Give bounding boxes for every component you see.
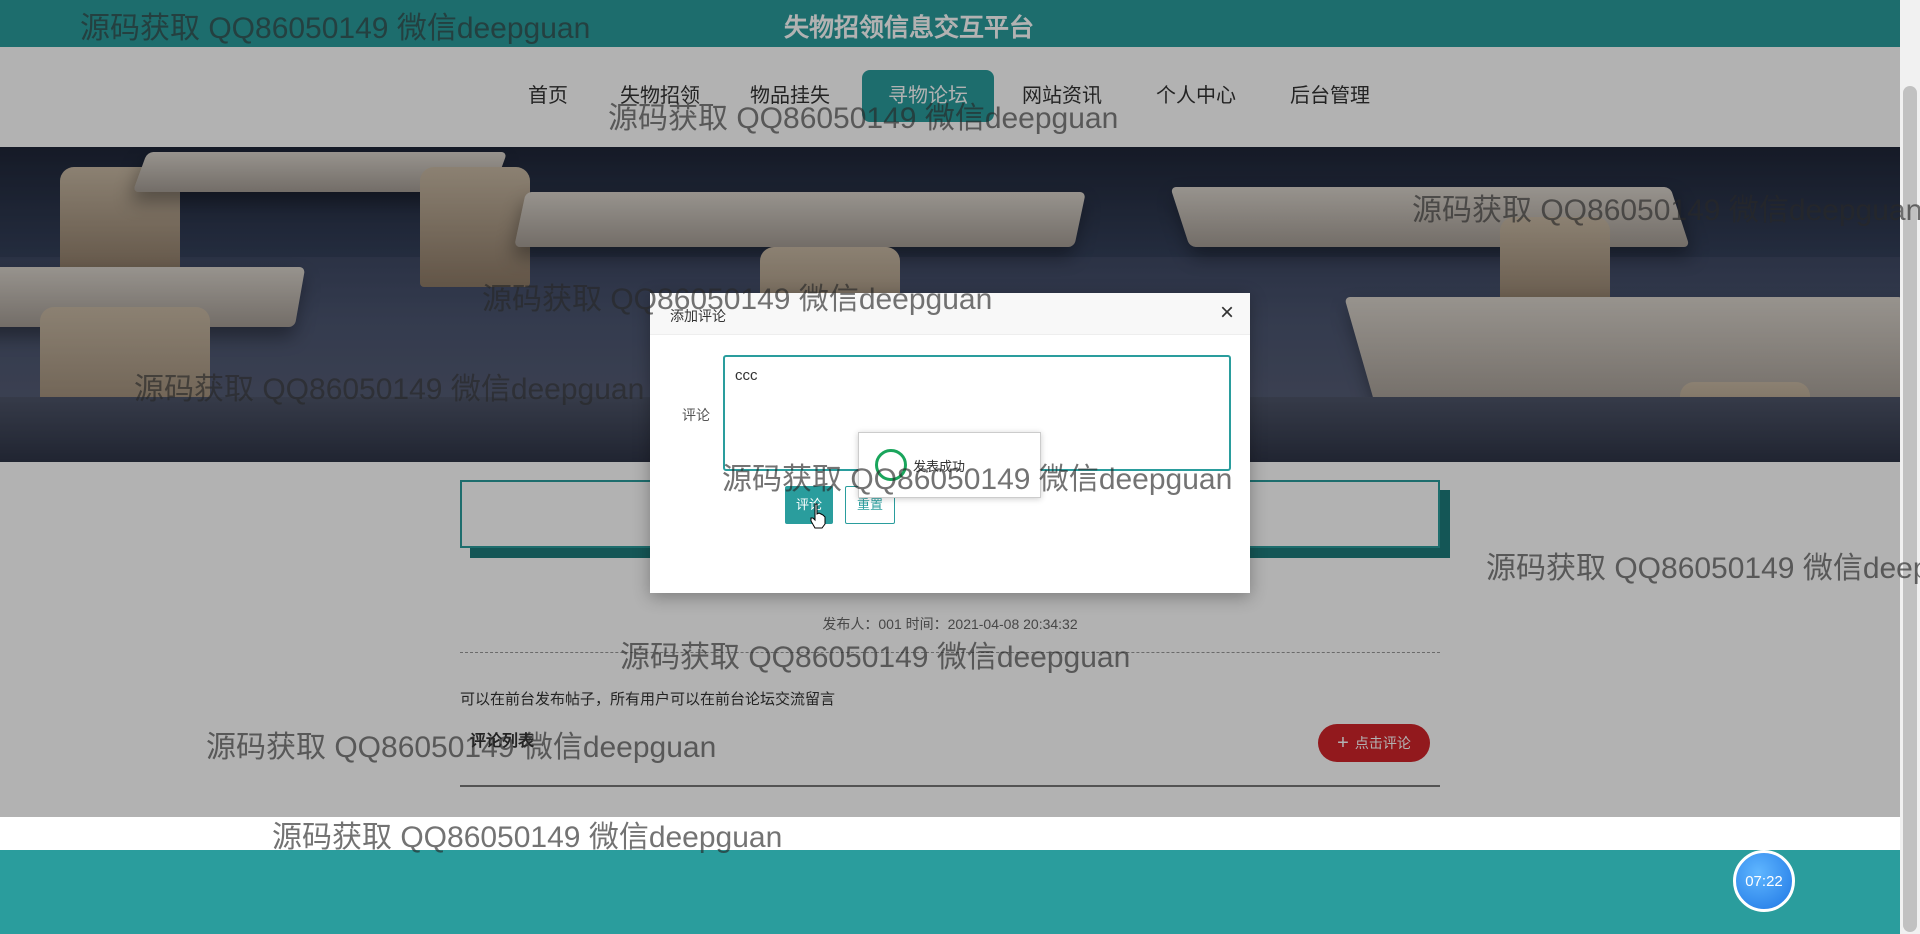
footer [0, 850, 1900, 934]
watermark: 源码获取 QQ86050149 微信deepguan [134, 373, 645, 406]
watermark: 源码获取 QQ86050149 微信deepguan [722, 463, 1233, 496]
close-icon[interactable]: × [1220, 301, 1234, 325]
watermark: 源码获取 QQ86050149 微信deepguan [80, 12, 591, 45]
watermark: 源码获取 QQ86050149 微信deepguan [206, 731, 717, 764]
watermark: 源码获取 QQ86050149 微信deepguan [1412, 194, 1920, 227]
watermark: 源码获取 QQ86050149 微信deepguan [482, 283, 993, 316]
watermark: 源码获取 QQ86050149 微信deepguan [272, 821, 783, 854]
hand-cursor-icon [810, 503, 826, 529]
watermark: 源码获取 QQ86050149 微信deepguan [1486, 552, 1920, 585]
watermark: 源码获取 QQ86050149 微信deepguan [608, 102, 1119, 135]
watermark: 源码获取 QQ86050149 微信deepguan [620, 641, 1131, 674]
timer-badge[interactable]: 07:22 [1733, 850, 1795, 912]
comment-field-label: 评论 [682, 407, 710, 423]
page-scrollbar[interactable] [1900, 0, 1920, 934]
